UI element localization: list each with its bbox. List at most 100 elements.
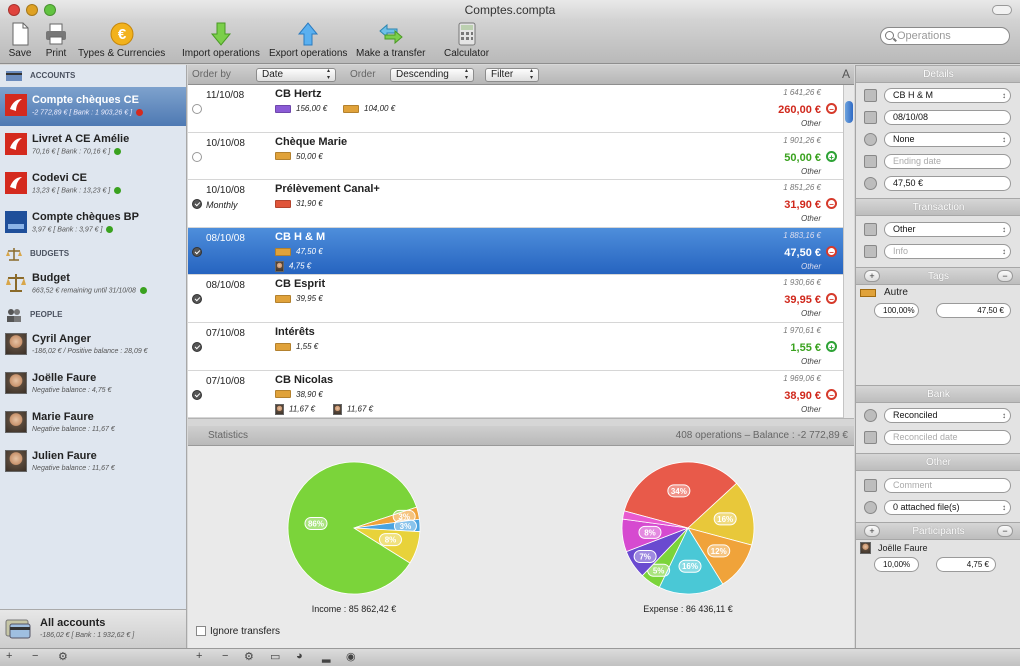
scrollbar-thumb[interactable] — [845, 101, 853, 123]
add-account-button[interactable]: + — [6, 650, 12, 662]
sidebar-person-marie-faure[interactable]: Marie Faure Negative balance : 11,67 € — [0, 404, 186, 443]
operation-tag: 31,90 € — [275, 199, 323, 208]
minus-icon: − — [826, 103, 837, 114]
sidebar-all-accounts[interactable]: All accounts -186,02 € [ Bank : 1 932,62… — [0, 609, 186, 648]
tag-name: Autre — [884, 287, 908, 298]
operation-category: Other — [800, 119, 821, 128]
expense-caption: Expense : 86 436,11 € — [643, 604, 733, 614]
operation-amount: 47,50 € — [784, 246, 821, 259]
ignore-transfers-checkbox[interactable]: Ignore transfers — [196, 626, 280, 637]
reconciled-date-field[interactable]: Reconciled date — [884, 430, 1011, 445]
attached-files-popup[interactable]: 0 attached file(s) — [884, 500, 1011, 515]
zoom-window-button[interactable] — [44, 4, 56, 16]
status-dot — [114, 187, 122, 194]
running-balance: 1 930,66 € — [783, 278, 821, 288]
close-window-button[interactable] — [8, 4, 20, 16]
operation-row[interactable]: 10/10/08 Chèque Marie 50,00 € 1 901,26 € 50,… — [188, 133, 843, 181]
operation-amount: 50,00 € — [784, 151, 821, 164]
comment-field[interactable]: Comment — [884, 478, 1011, 493]
operation-title: CB Nicolas — [275, 373, 334, 386]
operation-row[interactable]: 07/10/08 CB Nicolas 38,90 € 11,67 € 11,67 € 1… — [188, 371, 843, 418]
bank-status-popup[interactable]: Reconciled — [884, 408, 1011, 423]
bar-chart-icon[interactable]: ▂ — [322, 650, 330, 663]
font-size-icon[interactable]: A — [842, 67, 850, 81]
svg-text:86%: 86% — [308, 519, 324, 528]
sidebar-person-joelle-faure[interactable]: Joëlle Faure Negative balance : 4,75 € — [0, 365, 186, 404]
section-people: PEOPLE — [0, 304, 186, 326]
checked-icon[interactable] — [192, 389, 202, 400]
operation-row[interactable]: 07/10/08 Intérêts 1,55 € 1 970,61 € 1,55 € + O… — [188, 323, 843, 371]
search-icon — [885, 31, 894, 40]
avatar — [275, 403, 284, 415]
operation-row[interactable]: 10/10/08 Monthly Prélèvement Canal+ 31,90 €… — [188, 180, 843, 228]
transaction-type-popup[interactable]: Other — [884, 222, 1011, 237]
recurrence-popup[interactable]: None — [884, 132, 1011, 147]
checked-icon[interactable] — [192, 199, 202, 210]
statistics-pie-icon[interactable]: ◕ — [296, 650, 303, 662]
tag-color-swatch — [275, 200, 291, 209]
print-button[interactable]: Print — [44, 22, 68, 59]
participant-percent-field[interactable]: 10,00% — [874, 557, 919, 572]
operation-date-field[interactable]: 08/10/08 — [884, 110, 1011, 125]
operation-name-field[interactable]: CB H & M — [884, 88, 1011, 103]
save-icon — [12, 22, 29, 46]
calculator-button[interactable]: Calculator — [444, 22, 489, 59]
info-field[interactable]: Info — [884, 244, 1011, 259]
checked-icon[interactable] — [192, 246, 202, 257]
operations-scrollbar[interactable] — [843, 85, 854, 418]
caisse-epargne-logo-icon — [5, 172, 27, 194]
sidebar-account-codevi[interactable]: Codevi CE 13,23 € [ Bank : 13,23 € ] — [0, 165, 186, 204]
pane-splitter[interactable] — [188, 418, 854, 426]
add-tag-button[interactable]: + — [864, 270, 880, 282]
remove-account-button[interactable]: − — [32, 650, 38, 662]
svg-text:5%: 5% — [653, 566, 665, 575]
remove-tag-button[interactable]: − — [997, 270, 1013, 282]
sidebar-person-julien-faure[interactable]: Julien Faure Negative balance : 11,67 € — [0, 443, 186, 482]
add-operation-button[interactable]: + — [196, 650, 202, 662]
globe-icon[interactable]: ◉ — [346, 650, 356, 663]
order-popup[interactable]: Descending — [390, 68, 474, 82]
plus-icon: + — [826, 150, 837, 162]
account-balance: 13,23 € [ Bank : 13,23 € ] — [32, 187, 111, 195]
sidebar-account-livret-a[interactable]: Livret A CE Amélie 70,16 € [ Bank : 70,1… — [0, 126, 186, 165]
import-operations-button[interactable]: Import operations — [182, 22, 260, 59]
view-list-icon[interactable]: ▭ — [270, 650, 280, 663]
sidebar-person-cyril-anger[interactable]: Cyril Anger -186,02 € / Positive balance… — [0, 326, 186, 365]
export-operations-button[interactable]: Export operations — [269, 22, 347, 59]
operation-category: Other — [800, 309, 821, 319]
order-by-popup[interactable]: Date — [256, 68, 336, 82]
operation-row[interactable]: 08/10/08 CB H & M 47,50 € 4,75 € 1 883,16 € 4… — [188, 227, 843, 276]
operation-row[interactable]: 11/10/08 CB Hertz 156,00 € 104,00 € 1 641,26… — [188, 85, 843, 133]
make-transfer-button[interactable]: Make a transfer — [356, 22, 425, 59]
checkbox[interactable] — [196, 626, 206, 637]
sidebar-account-compte-cheques-bp[interactable]: Compte chèques BP 3,97 € [ Bank : 3,97 €… — [0, 204, 186, 243]
add-participant-button[interactable]: + — [864, 525, 880, 537]
sidebar-account-compte-cheques-ce[interactable]: Compte chèques CE -2 772,89 € [ Bank : 1… — [0, 87, 186, 126]
toolbar-toggle-button[interactable] — [992, 5, 1012, 15]
remove-operation-button[interactable]: − — [222, 650, 228, 662]
operation-row[interactable]: 08/10/08 CB Esprit 39,95 € 1 930,66 € 39,95 … — [188, 275, 843, 323]
unchecked-icon[interactable] — [192, 151, 202, 162]
unchecked-icon[interactable] — [192, 104, 202, 114]
gear-icon[interactable]: ⚙ — [58, 650, 68, 663]
save-button[interactable]: Save — [8, 22, 32, 59]
amount-field[interactable]: 47,50 € — [884, 176, 1011, 191]
minimize-window-button[interactable] — [26, 4, 38, 16]
ending-date-field[interactable]: Ending date — [884, 154, 1011, 169]
details-header: Details — [856, 65, 1020, 83]
tag-percent-field[interactable]: 100,00% — [874, 303, 919, 318]
participant-amount-field[interactable]: 4,75 € — [936, 557, 996, 572]
sidebar-budget[interactable]: Budget 663,52 € remaining until 31/10/08 — [0, 265, 186, 304]
operation-title: Chèque Marie — [275, 135, 348, 148]
svg-text:7%: 7% — [639, 552, 651, 561]
checked-icon[interactable] — [192, 294, 202, 305]
remove-participant-button[interactable]: − — [997, 525, 1013, 537]
operation-tag: 104,00 € — [343, 104, 395, 113]
checked-icon[interactable] — [192, 341, 202, 352]
filter-popup[interactable]: Filter — [485, 68, 539, 82]
operation-date: 08/10/08 — [206, 232, 245, 244]
search-input[interactable]: Operations — [880, 27, 1010, 45]
types-currencies-button[interactable]: € Types & Currencies — [78, 22, 165, 59]
operation-gear-icon[interactable]: ⚙ — [244, 650, 254, 663]
tag-amount-field[interactable]: 47,50 € — [936, 303, 1011, 318]
